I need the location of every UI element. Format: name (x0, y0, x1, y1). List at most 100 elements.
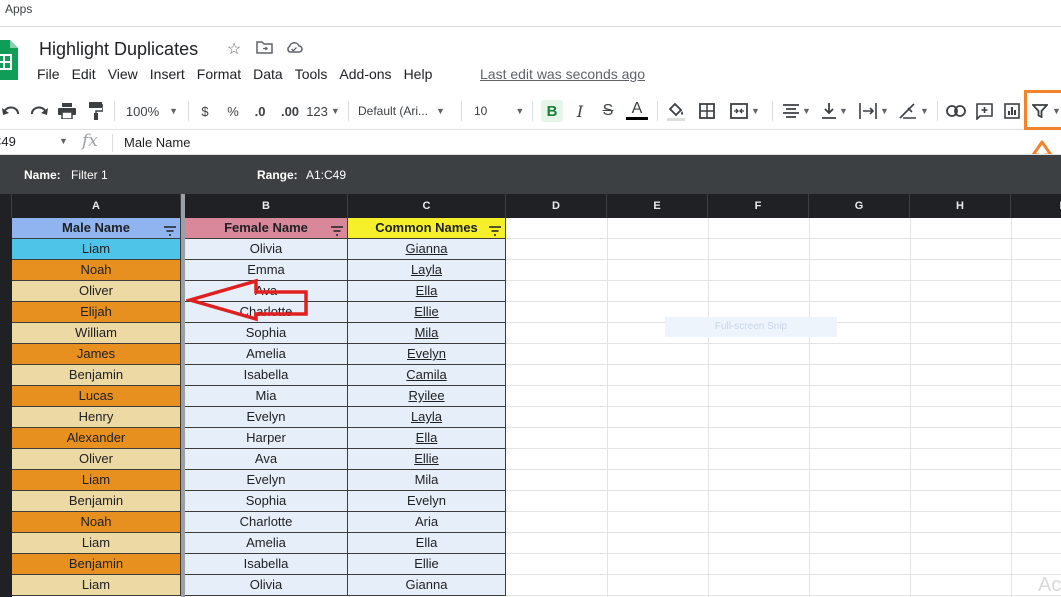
cell-c-18[interactable]: Gianna (348, 575, 506, 596)
increase-decimal-button[interactable]: .00 (277, 100, 303, 122)
cell-c-17[interactable]: Ellie (348, 554, 506, 575)
menu-data[interactable]: Data (253, 66, 283, 84)
insert-link-icon[interactable] (944, 100, 968, 122)
merge-cells-icon[interactable]: ▼ (725, 100, 765, 122)
cell-b-18[interactable]: Olivia (185, 575, 348, 596)
column-header-d[interactable]: D (506, 194, 607, 218)
cell-c-7[interactable]: Evelyn (348, 344, 506, 365)
cell-b-16[interactable]: Amelia (185, 533, 348, 554)
menu-help[interactable]: Help (404, 66, 433, 84)
column-header-c[interactable]: C (348, 194, 506, 218)
column-header-h[interactable]: H (910, 194, 1011, 218)
cell-b-9[interactable]: Mia (185, 386, 348, 407)
filter-menu-icon[interactable] (164, 222, 176, 238)
font-size-select[interactable]: 10 ▼ (474, 100, 528, 122)
column-header-i[interactable]: I (1011, 194, 1061, 218)
cell-b-7[interactable]: Amelia (185, 344, 348, 365)
strikethrough-button[interactable]: S (598, 100, 618, 122)
text-wrapping-icon[interactable]: ▼ (856, 100, 892, 122)
cell-a-14[interactable]: Benjamin (12, 491, 181, 512)
cell-b-13[interactable]: Evelyn (185, 470, 348, 491)
menu-file[interactable]: File (37, 66, 60, 84)
paint-format-icon[interactable] (86, 100, 106, 122)
column-header-b[interactable]: B (185, 194, 348, 218)
formula-input[interactable]: Male Name (124, 135, 190, 150)
menu-addons[interactable]: Add-ons (339, 66, 391, 84)
cell-c-10[interactable]: Layla (348, 407, 506, 428)
cell-c-15[interactable]: Aria (348, 512, 506, 533)
header-cell-common-names[interactable]: Common Names (348, 218, 506, 239)
insert-comment-icon[interactable] (973, 100, 995, 122)
column-header-e[interactable]: E (607, 194, 708, 218)
cell-c-8[interactable]: Camila (348, 365, 506, 386)
zoom-select[interactable]: 100% ▼ (122, 100, 182, 122)
cell-a-16[interactable]: Liam (12, 533, 181, 554)
cell-b-8[interactable]: Isabella (185, 365, 348, 386)
cell-c-9[interactable]: Ryilee (348, 386, 506, 407)
vertical-align-icon[interactable]: ▼ (818, 100, 852, 122)
undo-icon[interactable] (0, 100, 22, 122)
cell-a-17[interactable]: Benjamin (12, 554, 181, 575)
cell-a-4[interactable]: Oliver (12, 281, 181, 302)
menu-format[interactable]: Format (197, 66, 241, 84)
last-edit-link[interactable]: Last edit was seconds ago (480, 66, 645, 82)
cell-c-4[interactable]: Ella (348, 281, 506, 302)
select-all-corner[interactable] (0, 194, 12, 218)
apps-link[interactable]: Apps (5, 2, 32, 16)
percent-format-button[interactable]: % (222, 100, 244, 122)
cell-b-12[interactable]: Ava (185, 449, 348, 470)
star-icon[interactable]: ☆ (224, 39, 244, 59)
cell-a-13[interactable]: Liam (12, 470, 181, 491)
currency-format-button[interactable]: $ (196, 100, 214, 122)
italic-button[interactable]: I (570, 100, 590, 122)
cell-a-6[interactable]: William (12, 323, 181, 344)
cell-a-9[interactable]: Lucas (12, 386, 181, 407)
cell-c-6[interactable]: Mila (348, 323, 506, 344)
cell-a-8[interactable]: Benjamin (12, 365, 181, 386)
bold-button[interactable]: B (541, 100, 563, 122)
menu-view[interactable]: View (108, 66, 138, 84)
borders-icon[interactable] (695, 100, 719, 122)
cell-c-12[interactable]: Ellie (348, 449, 506, 470)
insert-chart-icon[interactable] (1001, 100, 1023, 122)
cell-c-3[interactable]: Layla (348, 260, 506, 281)
menu-insert[interactable]: Insert (150, 66, 185, 84)
cloud-status-icon[interactable] (284, 39, 304, 60)
horizontal-align-icon[interactable]: ▼ (779, 100, 815, 122)
cell-a-18[interactable]: Liam (12, 575, 181, 596)
cell-b-14[interactable]: Sophia (185, 491, 348, 512)
font-family-select[interactable]: Default (Ari... ▼ (358, 100, 454, 122)
cell-a-15[interactable]: Noah (12, 512, 181, 533)
menu-tools[interactable]: Tools (295, 66, 328, 84)
cell-a-2[interactable]: Liam (12, 239, 181, 260)
cell-a-7[interactable]: James (12, 344, 181, 365)
header-cell-male-name[interactable]: Male Name (12, 218, 181, 239)
cell-b-17[interactable]: Isabella (185, 554, 348, 575)
print-icon[interactable] (56, 100, 78, 122)
fill-color-icon[interactable] (665, 100, 687, 122)
cell-b-11[interactable]: Harper (185, 428, 348, 449)
row-header-gutter[interactable] (0, 218, 12, 597)
column-header-a[interactable]: A (12, 194, 181, 218)
column-header-f[interactable]: F (708, 194, 809, 218)
doc-title[interactable]: Highlight Duplicates (39, 39, 198, 60)
cell-b-15[interactable]: Charlotte (185, 512, 348, 533)
decrease-decimal-button[interactable]: .0 (249, 100, 271, 122)
filter-menu-icon[interactable] (331, 222, 343, 238)
move-folder-icon[interactable] (254, 39, 274, 60)
cell-c-5[interactable]: Ellie (348, 302, 506, 323)
menu-edit[interactable]: Edit (72, 66, 96, 84)
cell-b-2[interactable]: Olivia (185, 239, 348, 260)
column-header-g[interactable]: G (809, 194, 910, 218)
cell-c-16[interactable]: Ella (348, 533, 506, 554)
text-color-button[interactable]: A (626, 100, 648, 120)
cell-a-11[interactable]: Alexander (12, 428, 181, 449)
filter-range-value[interactable]: A1:C49 (306, 168, 346, 182)
filter-menu-icon[interactable] (489, 222, 501, 238)
cell-a-5[interactable]: Elijah (12, 302, 181, 323)
cell-c-11[interactable]: Ella (348, 428, 506, 449)
cell-a-3[interactable]: Noah (12, 260, 181, 281)
text-rotation-icon[interactable]: ▼ (896, 100, 932, 122)
sheets-logo-icon[interactable] (0, 40, 18, 80)
header-cell-female-name[interactable]: Female Name (185, 218, 348, 239)
